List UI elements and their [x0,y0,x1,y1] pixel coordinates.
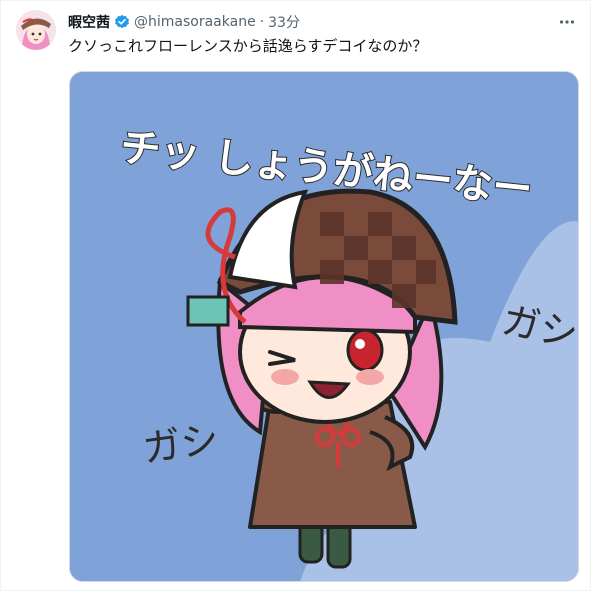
timestamp[interactable]: 33分 [268,12,300,32]
verified-badge-icon [114,14,130,30]
tweet-image[interactable]: チッ しょうがねーなー ガシ ガシ [69,71,579,582]
tweet-header: 暇空茜 @himasoraakane · 33分 [68,12,550,32]
more-horizontal-icon[interactable] [556,11,578,33]
avatar-image [16,10,56,50]
avatar[interactable] [16,10,56,50]
illustration: チッ しょうがねーなー ガシ ガシ [70,72,578,581]
tweet-card[interactable]: 暇空茜 @himasoraakane · 33分 クソっこれフローレンスから話逸… [0,0,591,591]
user-handle[interactable]: @himasoraakane [134,14,256,30]
tweet-text: クソっこれフローレンスから話逸らすデコイなのか？ [68,37,428,55]
separator-dot: · [259,14,265,30]
display-name[interactable]: 暇空茜 [68,12,110,32]
